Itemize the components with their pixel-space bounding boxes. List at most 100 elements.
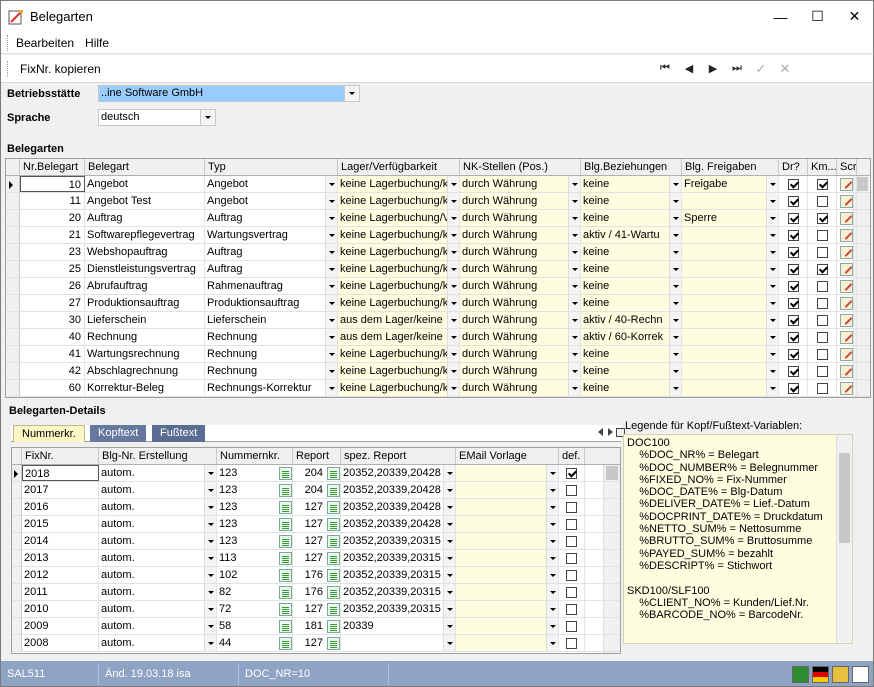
- belegart-cell[interactable]: Abrufauftrag: [85, 278, 205, 294]
- column-header[interactable]: Dr?: [779, 159, 808, 175]
- fixnr-cell[interactable]: 2014: [22, 533, 99, 549]
- report-icon[interactable]: [326, 517, 340, 531]
- nk-stellen-select[interactable]: durch Währung: [460, 176, 581, 192]
- km-checkbox[interactable]: [816, 195, 828, 207]
- chevron-down-icon[interactable]: [766, 329, 778, 345]
- lager-select[interactable]: keine Lagerbuchung/k: [338, 227, 460, 243]
- lager-select[interactable]: keine Lagerbuchung/V: [338, 210, 460, 226]
- fixnr-cell[interactable]: 2017: [22, 482, 99, 498]
- km-checkbox[interactable]: [816, 331, 828, 343]
- legend-scrollbar[interactable]: [836, 435, 852, 643]
- table-row[interactable]: 2012 autom. 102 176 20352,20339,20315: [12, 567, 620, 584]
- chevron-down-icon[interactable]: [447, 176, 459, 192]
- druck-checkbox[interactable]: [787, 382, 799, 394]
- default-checkbox[interactable]: [566, 535, 577, 547]
- chevron-down-icon[interactable]: [447, 295, 459, 311]
- chevron-down-icon[interactable]: [766, 363, 778, 379]
- table-row[interactable]: 2008 autom. 44 127: [12, 635, 620, 652]
- belegart-cell[interactable]: Angebot: [85, 176, 205, 192]
- nr-belegart-cell[interactable]: 23: [20, 244, 85, 260]
- german-flag-icon[interactable]: [812, 665, 829, 683]
- druck-checkbox[interactable]: [787, 314, 799, 326]
- lookup-icon[interactable]: [278, 500, 292, 514]
- chevron-down-icon[interactable]: [443, 482, 455, 498]
- nk-stellen-select[interactable]: durch Währung: [460, 380, 581, 396]
- email-vorlage-select[interactable]: [456, 584, 559, 600]
- chevron-down-icon[interactable]: [443, 465, 455, 481]
- chevron-down-icon[interactable]: [568, 329, 580, 345]
- report-cell[interactable]: 127: [293, 601, 341, 617]
- betriebsstaette-select[interactable]: ..ine Software GmbH: [98, 85, 360, 102]
- nk-stellen-select[interactable]: durch Währung: [460, 363, 581, 379]
- column-header[interactable]: Scr: [837, 159, 857, 175]
- column-header[interactable]: NK-Stellen (Pos.): [460, 159, 581, 175]
- column-header[interactable]: Nummernkr.: [217, 448, 293, 464]
- report-cell[interactable]: 176: [293, 567, 341, 583]
- lookup-icon[interactable]: [278, 619, 292, 633]
- chevron-down-icon[interactable]: [546, 516, 558, 532]
- default-checkbox[interactable]: [566, 620, 577, 632]
- lookup-icon[interactable]: [278, 466, 292, 480]
- chevron-down-icon[interactable]: [669, 363, 681, 379]
- edit-script-icon[interactable]: [840, 381, 853, 395]
- druck-checkbox[interactable]: [787, 263, 799, 275]
- nummernkr-cell[interactable]: 44: [217, 635, 293, 651]
- table-row[interactable]: 26 Abrufauftrag Rahmenauftrag keine Lagerbu…: [6, 278, 870, 295]
- nummernkr-cell[interactable]: 82: [217, 584, 293, 600]
- chevron-down-icon[interactable]: [447, 244, 459, 260]
- edit-script-icon[interactable]: [840, 228, 853, 242]
- chevron-down-icon[interactable]: [443, 567, 455, 583]
- typ-select[interactable]: Rechnung: [205, 329, 338, 345]
- sprache-select[interactable]: deutsch: [98, 109, 216, 126]
- nr-belegart-cell[interactable]: 20: [20, 210, 85, 226]
- nr-belegart-cell[interactable]: 10: [20, 176, 85, 192]
- erstellung-select[interactable]: autom.: [99, 465, 217, 481]
- chevron-down-icon[interactable]: [325, 295, 337, 311]
- chevron-down-icon[interactable]: [204, 584, 216, 600]
- lager-select[interactable]: keine Lagerbuchung/k: [338, 346, 460, 362]
- typ-select[interactable]: Auftrag: [205, 210, 338, 226]
- chevron-down-icon[interactable]: [443, 635, 455, 651]
- default-checkbox[interactable]: [566, 637, 577, 649]
- report-icon[interactable]: [326, 602, 340, 616]
- chevron-down-icon[interactable]: [669, 227, 681, 243]
- chevron-down-icon[interactable]: [669, 261, 681, 277]
- close-button[interactable]: ✕: [836, 1, 873, 32]
- typ-select[interactable]: Produktionsauftrag: [205, 295, 338, 311]
- lookup-icon[interactable]: [278, 483, 292, 497]
- chevron-down-icon[interactable]: [443, 584, 455, 600]
- beziehungen-select[interactable]: keine: [581, 244, 682, 260]
- report-cell[interactable]: 176: [293, 584, 341, 600]
- column-header[interactable]: Nr.Belegart: [20, 159, 85, 175]
- chevron-down-icon[interactable]: [568, 346, 580, 362]
- chevron-down-icon[interactable]: [546, 533, 558, 549]
- typ-select[interactable]: Angebot: [205, 176, 338, 192]
- edit-script-icon[interactable]: [840, 313, 853, 327]
- spez-report-select[interactable]: [341, 635, 456, 651]
- typ-select[interactable]: Lieferschein: [205, 312, 338, 328]
- chevron-down-icon[interactable]: [766, 312, 778, 328]
- nummernkr-cell[interactable]: 72: [217, 601, 293, 617]
- erstellung-select[interactable]: autom.: [99, 618, 217, 634]
- beziehungen-select[interactable]: aktiv / 60-Korrek: [581, 329, 682, 345]
- report-cell[interactable]: 204: [293, 482, 341, 498]
- column-header[interactable]: EMail Vorlage: [456, 448, 559, 464]
- chevron-down-icon[interactable]: [447, 346, 459, 362]
- typ-select[interactable]: Rechnung: [205, 346, 338, 362]
- nr-belegart-cell[interactable]: 11: [20, 193, 85, 209]
- table-row[interactable]: 25 Dienstleistungsvertrag Auftrag keine Lag…: [6, 261, 870, 278]
- km-checkbox[interactable]: [816, 314, 828, 326]
- chevron-down-icon[interactable]: [447, 312, 459, 328]
- nk-stellen-select[interactable]: durch Währung: [460, 210, 581, 226]
- chevron-down-icon[interactable]: [766, 346, 778, 362]
- spez-report-select[interactable]: 20352,20339,20315: [341, 601, 456, 617]
- nummernkr-cell[interactable]: 123: [217, 465, 293, 481]
- lager-select[interactable]: aus dem Lager/keine: [338, 312, 460, 328]
- nummernkr-cell[interactable]: 58: [217, 618, 293, 634]
- chevron-down-icon[interactable]: [766, 295, 778, 311]
- erstellung-select[interactable]: autom.: [99, 601, 217, 617]
- freigaben-select[interactable]: [682, 193, 779, 209]
- chevron-down-icon[interactable]: [204, 567, 216, 583]
- nk-stellen-select[interactable]: durch Währung: [460, 312, 581, 328]
- km-checkbox[interactable]: [816, 246, 828, 258]
